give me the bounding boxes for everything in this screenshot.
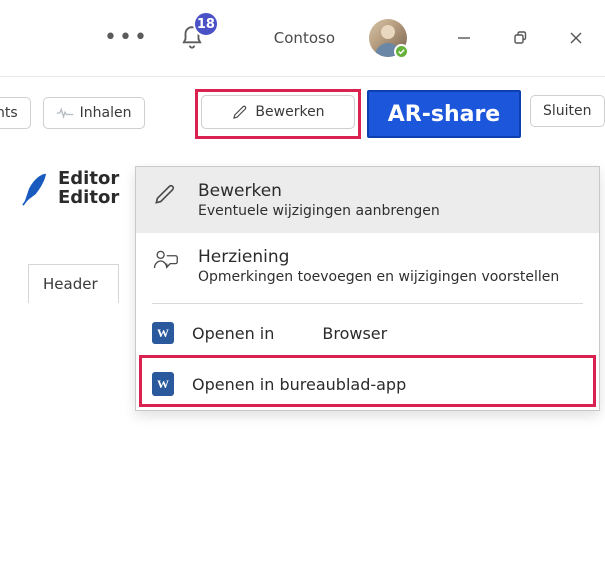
menu-item-review[interactable]: Herziening Opmerkingen toevoegen en wijz…	[136, 233, 599, 299]
notifications-button[interactable]: 18	[175, 21, 209, 55]
editor-title: Editor Editor	[58, 170, 119, 208]
minimize-button[interactable]	[455, 29, 473, 47]
presence-available-icon	[394, 44, 409, 59]
org-name: Contoso	[274, 29, 335, 47]
editor-panel[interactable]: Editor Editor	[20, 170, 119, 208]
notifications-badge: 18	[193, 11, 219, 37]
edit-dropdown-menu: Bewerken Eventuele wijzigingen aanbrenge…	[135, 166, 600, 411]
open-in-browser-label: Browser	[322, 324, 387, 343]
truncated-button[interactable]: nts	[0, 97, 31, 129]
header-section-tab[interactable]: Header	[28, 264, 119, 303]
avatar[interactable]	[369, 19, 407, 57]
menu-item-edit-title: Bewerken	[198, 181, 583, 201]
document-toolbar: nts Inhalen Bewerken AR-share Sluiten	[0, 76, 605, 156]
open-in-prefix: Openen in	[192, 324, 274, 343]
open-desktop-label: Openen in bureaublad-app	[192, 375, 406, 394]
word-icon	[152, 322, 174, 344]
title-bar: ••• 18 Contoso	[0, 0, 605, 76]
window-controls	[455, 29, 585, 47]
menu-separator	[152, 303, 583, 304]
catchup-label: Inhalen	[80, 105, 132, 121]
feather-icon	[20, 172, 48, 206]
review-icon	[151, 247, 179, 275]
menu-item-open-desktop[interactable]: Openen in bureaublad-app	[136, 358, 599, 410]
pencil-icon	[152, 181, 178, 207]
menu-item-open-browser[interactable]: Openen in Browser	[136, 308, 599, 358]
restore-button[interactable]	[511, 29, 529, 47]
truncated-button-label: nts	[0, 105, 18, 121]
pencil-icon	[231, 103, 249, 121]
menu-item-edit[interactable]: Bewerken Eventuele wijzigingen aanbrenge…	[136, 167, 599, 233]
more-icon[interactable]: •••	[104, 27, 149, 49]
menu-item-edit-sub: Eventuele wijzigingen aanbrengen	[198, 203, 583, 219]
share-button-label: AR-share	[388, 102, 500, 127]
pulse-icon	[56, 106, 74, 120]
catchup-button[interactable]: Inhalen	[43, 97, 145, 129]
edit-button[interactable]: Bewerken	[201, 95, 355, 129]
editor-line2: Editor	[58, 189, 119, 208]
menu-item-review-title: Herziening	[198, 247, 583, 267]
share-button[interactable]: AR-share	[367, 90, 521, 138]
close-document-label: Sluiten	[543, 103, 592, 119]
close-document-button[interactable]: Sluiten	[530, 95, 605, 127]
title-bar-left-group: ••• 18	[0, 21, 209, 55]
header-section-label: Header	[43, 275, 98, 293]
edit-button-label: Bewerken	[255, 104, 324, 120]
menu-item-review-sub: Opmerkingen toevoegen en wijzigingen voo…	[198, 269, 583, 285]
word-icon	[152, 372, 174, 396]
close-window-button[interactable]	[567, 29, 585, 47]
